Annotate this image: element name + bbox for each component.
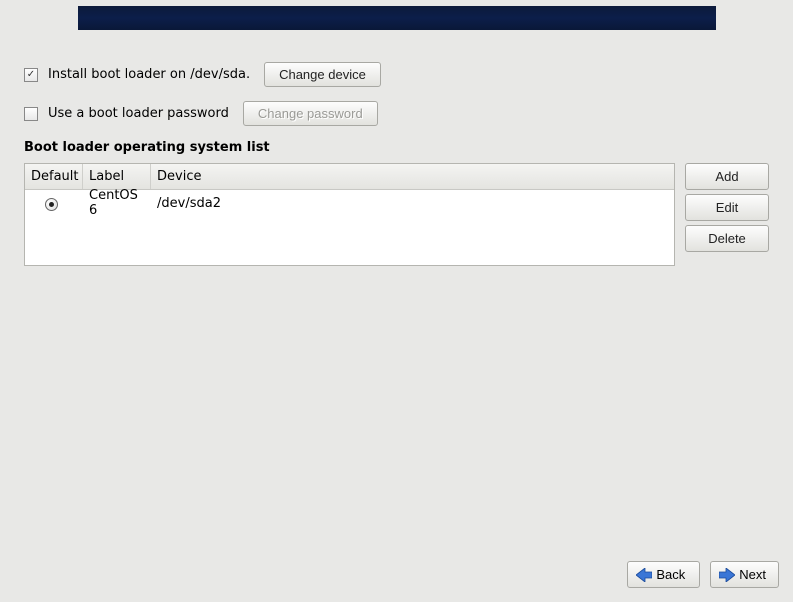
use-password-row: Use a boot loader password Change passwo…: [24, 101, 769, 126]
col-default[interactable]: Default: [25, 164, 83, 189]
os-table[interactable]: Default Label Device CentOS 6 /dev/sda2: [24, 163, 675, 266]
delete-button[interactable]: Delete: [685, 225, 769, 252]
next-button[interactable]: Next: [710, 561, 779, 588]
col-device[interactable]: Device: [151, 164, 674, 189]
back-button[interactable]: Back: [627, 561, 700, 588]
edit-button[interactable]: Edit: [685, 194, 769, 221]
install-bootloader-row: Install boot loader on /dev/sda. Change …: [24, 62, 769, 87]
header-banner: [78, 6, 716, 30]
os-table-header: Default Label Device: [25, 164, 674, 190]
use-password-label: Use a boot loader password: [48, 106, 229, 121]
default-radio[interactable]: [45, 198, 58, 211]
os-list-title: Boot loader operating system list: [24, 140, 769, 155]
row-label: CentOS 6: [83, 188, 151, 218]
row-device: /dev/sda2: [151, 196, 674, 211]
install-bootloader-label: Install boot loader on /dev/sda.: [48, 67, 250, 82]
arrow-left-icon: [636, 568, 652, 582]
change-device-button[interactable]: Change device: [264, 62, 381, 87]
table-row[interactable]: CentOS 6 /dev/sda2: [25, 190, 674, 214]
change-password-button: Change password: [243, 101, 378, 126]
install-bootloader-checkbox[interactable]: [24, 68, 38, 82]
add-button[interactable]: Add: [685, 163, 769, 190]
col-label[interactable]: Label: [83, 164, 151, 189]
use-password-checkbox[interactable]: [24, 107, 38, 121]
arrow-right-icon: [719, 568, 735, 582]
next-label: Next: [739, 567, 766, 582]
back-label: Back: [656, 567, 685, 582]
